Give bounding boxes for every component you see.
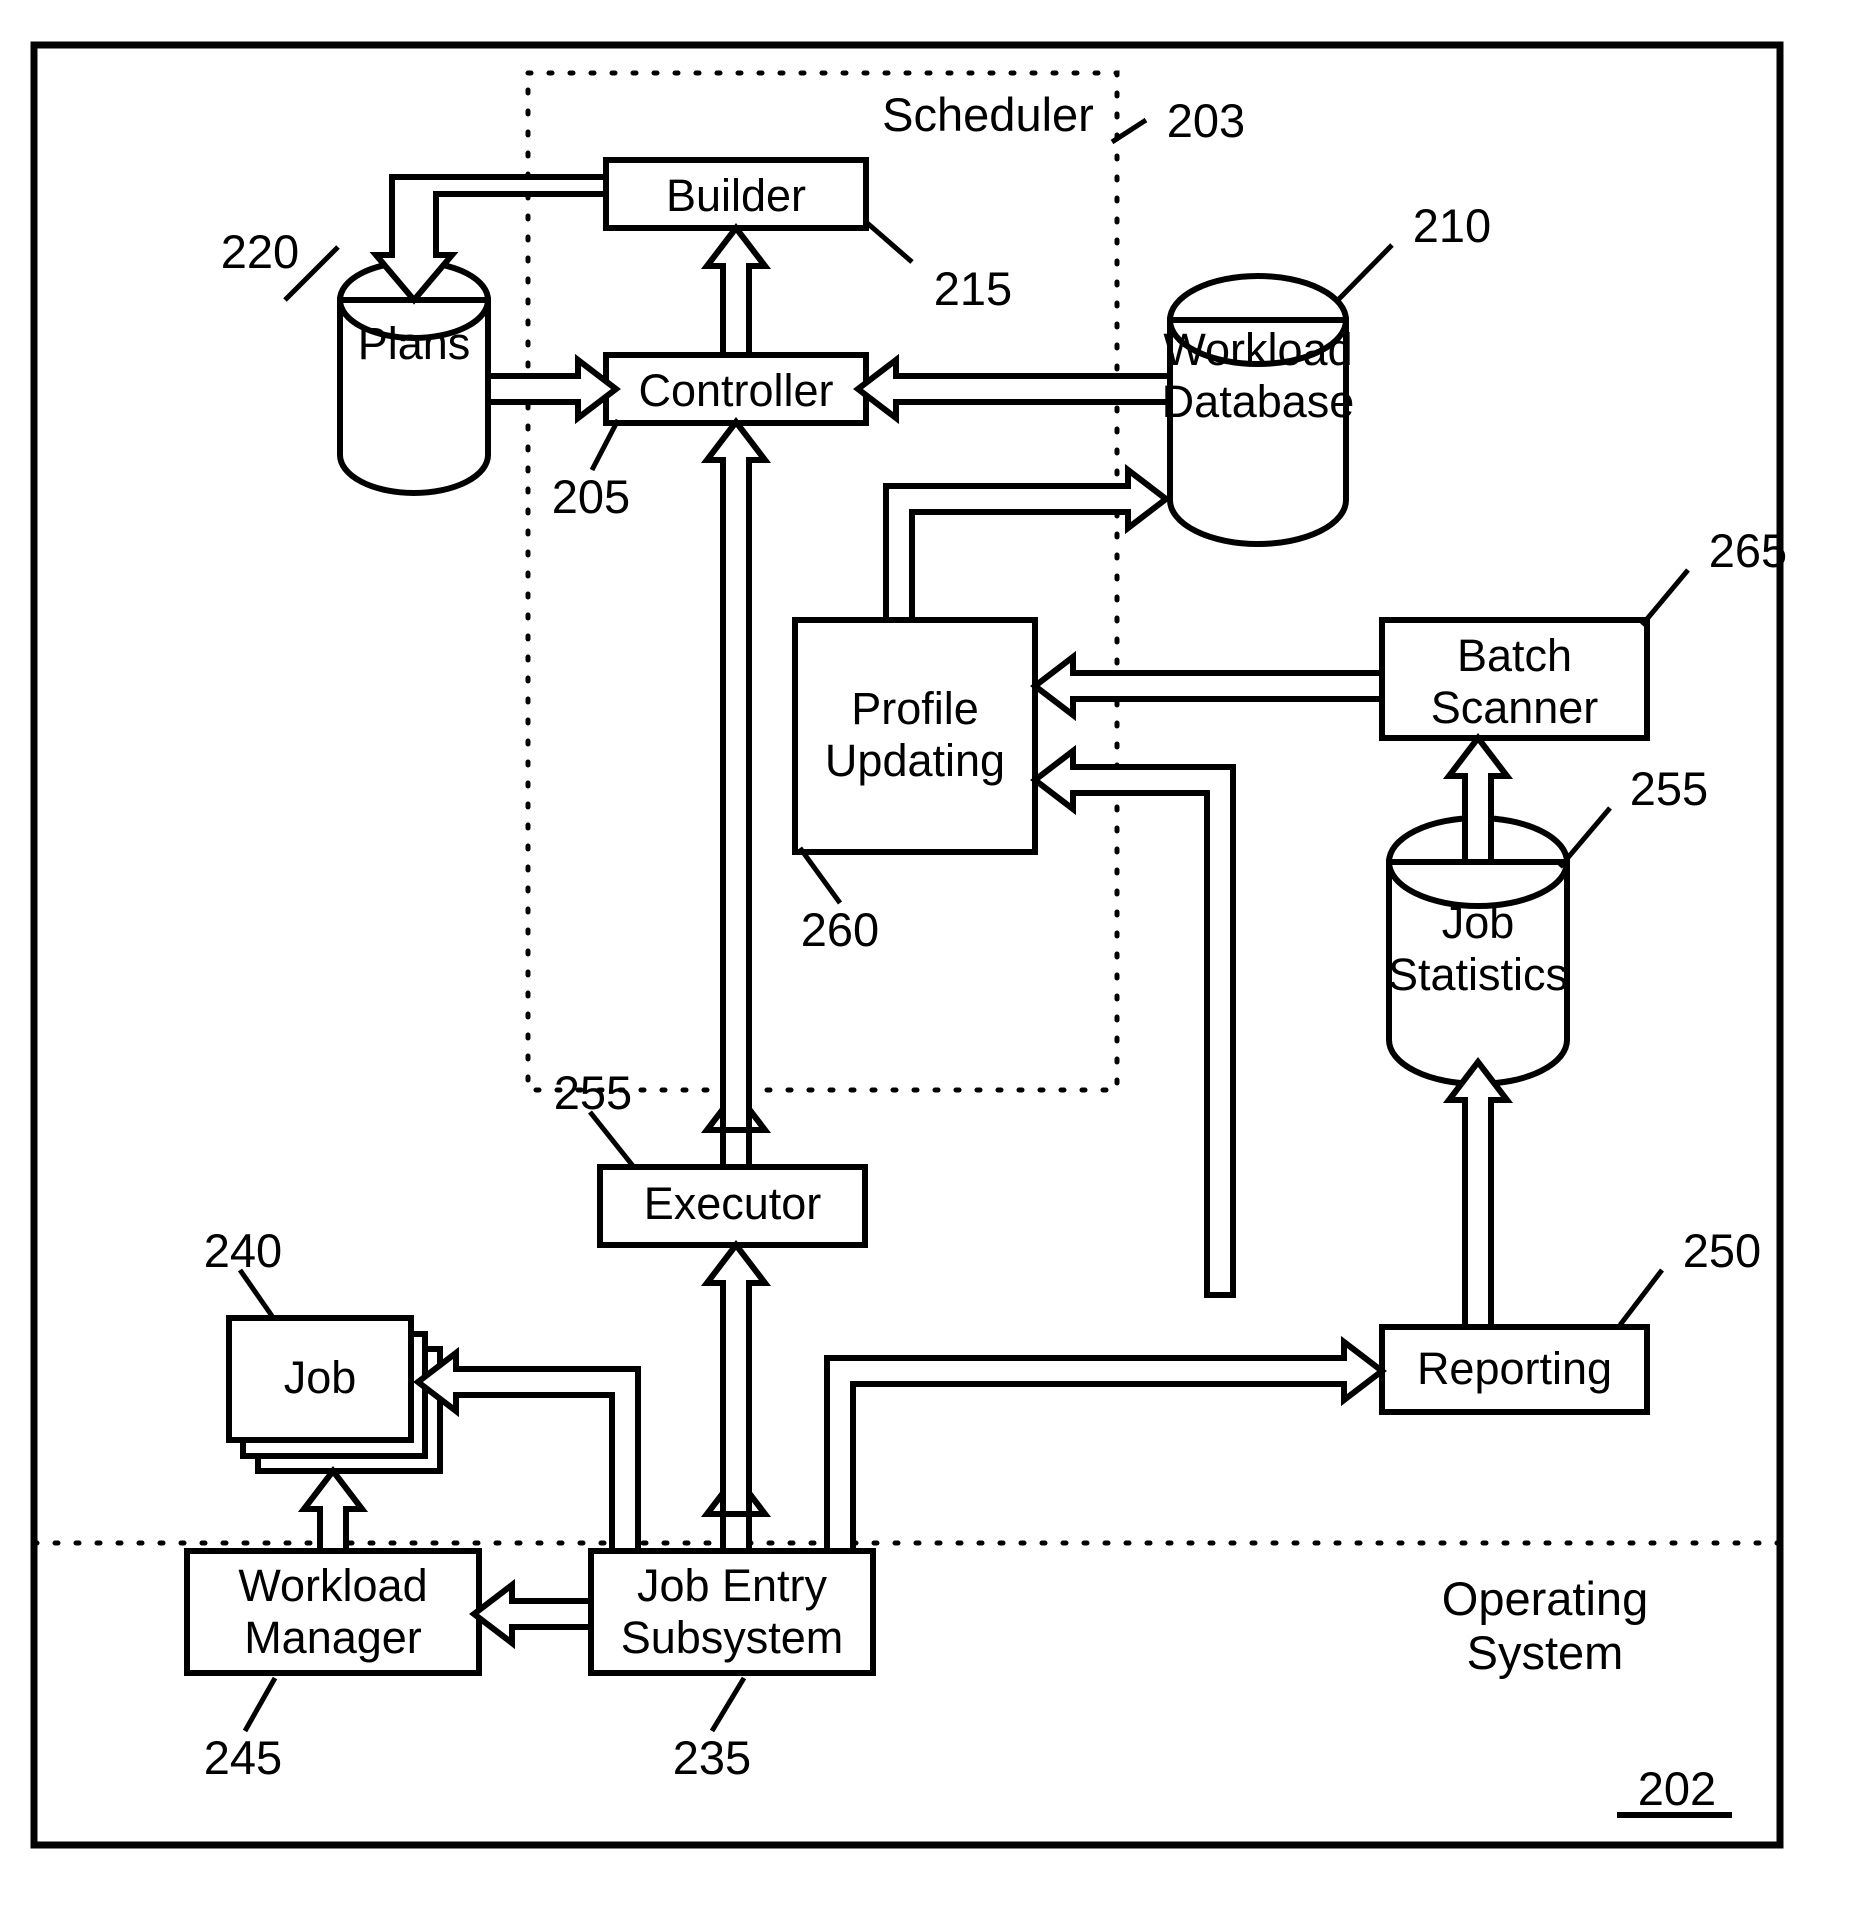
builder-label: Builder bbox=[665, 170, 807, 221]
edge-reporting-to-profileupdating bbox=[1030, 744, 1236, 1298]
edge-profileupdating-to-workloaddb bbox=[883, 463, 1171, 623]
leader-255-stats bbox=[1558, 806, 1612, 869]
profile-updating-label-line1: Profile bbox=[851, 683, 979, 734]
edge-jobentry-to-reporting bbox=[824, 1335, 1387, 1554]
leader-250 bbox=[1618, 1268, 1664, 1327]
reporting-label: Reporting bbox=[1416, 1343, 1613, 1394]
ref-250: 250 bbox=[1682, 1224, 1762, 1277]
leader-265 bbox=[1640, 568, 1690, 627]
figure-canvas: .sw5{fill:none;stroke:#000;stroke-width:… bbox=[0, 0, 1863, 1929]
leader-235 bbox=[709, 1676, 747, 1733]
edge-builder-to-plans bbox=[369, 174, 609, 305]
ref-265: 265 bbox=[1708, 524, 1788, 577]
workload-database-label-line2: Database bbox=[1161, 376, 1355, 427]
ref-210: 210 bbox=[1412, 199, 1492, 252]
ref-255-executor: 255 bbox=[553, 1066, 633, 1119]
scheduler-zone-label: Scheduler bbox=[882, 88, 1094, 141]
job-entry-label-line1: Job Entry bbox=[636, 1560, 828, 1611]
ref-255-statistics: 255 bbox=[1629, 762, 1709, 815]
leader-255-exec bbox=[588, 1110, 635, 1168]
operating-system-label-line1: Operating bbox=[1441, 1572, 1649, 1625]
ref-215: 215 bbox=[933, 262, 1013, 315]
job-label: Job bbox=[283, 1352, 357, 1403]
job-statistics-label-line2: Statistics bbox=[1387, 949, 1569, 1000]
leader-260 bbox=[797, 846, 843, 905]
ref-202: 202 bbox=[1637, 1762, 1717, 1815]
ref-245: 245 bbox=[203, 1731, 283, 1784]
workload-manager-label-line2: Manager bbox=[244, 1612, 422, 1663]
ref-220: 220 bbox=[220, 225, 300, 278]
leader-215 bbox=[864, 220, 914, 264]
ref-240: 240 bbox=[203, 1224, 283, 1277]
batch-scanner-label-line2: Scanner bbox=[1430, 682, 1599, 733]
edge-batchscanner-to-profileupdating bbox=[1030, 650, 1385, 722]
batch-scanner-label-line1: Batch bbox=[1456, 630, 1573, 681]
job-entry-label-line2: Subsystem bbox=[620, 1612, 844, 1663]
operating-system-label-line2: System bbox=[1466, 1626, 1624, 1679]
profile-updating-label-line2: Updating bbox=[824, 735, 1006, 786]
edge-controller-to-builder bbox=[700, 223, 772, 358]
ref-203: 203 bbox=[1166, 94, 1246, 147]
leader-245 bbox=[242, 1676, 278, 1733]
workload-database-label-line1: Workload bbox=[1163, 324, 1353, 375]
workload-manager-label-line1: Workload bbox=[238, 1560, 428, 1611]
plans-label: Plans bbox=[357, 318, 471, 369]
ref-260: 260 bbox=[800, 903, 880, 956]
ref-205: 205 bbox=[551, 470, 631, 523]
leader-205 bbox=[589, 418, 621, 472]
edge-jobentry-to-job bbox=[413, 1346, 641, 1554]
edge-jobentry-to-workloadmanager bbox=[469, 1578, 594, 1650]
controller-label: Controller bbox=[638, 365, 834, 416]
edge-reporting-to-jobstatistics bbox=[1442, 1057, 1514, 1330]
ref-235: 235 bbox=[672, 1731, 752, 1784]
executor-label: Executor bbox=[643, 1178, 822, 1229]
job-statistics-label-line1: Job bbox=[1441, 897, 1515, 948]
edge-jobstatistics-to-batchscanner bbox=[1442, 733, 1514, 865]
edge-workloadmanager-to-job bbox=[297, 1466, 369, 1554]
leader-210 bbox=[1336, 243, 1394, 302]
edge-workloaddb-to-controller bbox=[853, 353, 1173, 425]
